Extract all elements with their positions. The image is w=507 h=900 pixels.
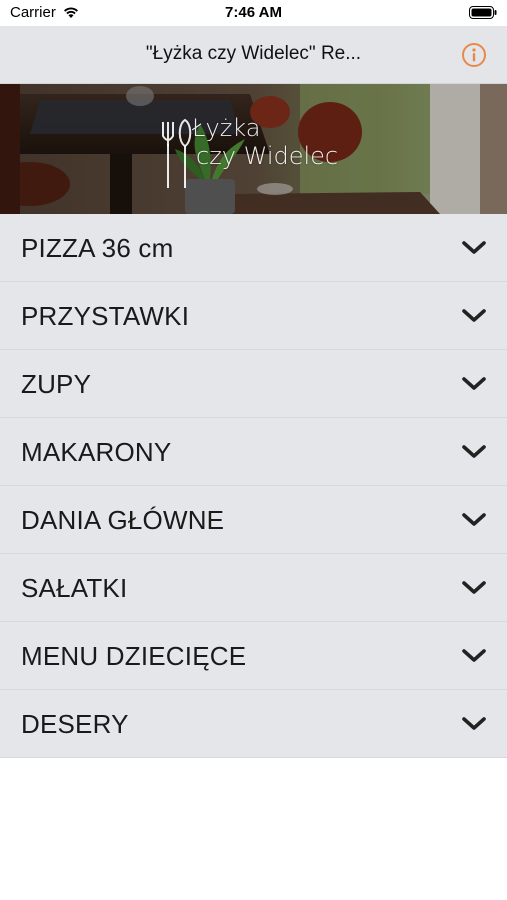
restaurant-header-image: Łyżka czy Widelec bbox=[0, 84, 507, 214]
menu-category-list: PIZZA 36 cm PRZYSTAWKI ZUPY MAKARONY DAN… bbox=[0, 214, 507, 758]
menu-category-label: MAKARONY bbox=[21, 437, 172, 467]
menu-category-makarony[interactable]: MAKARONY bbox=[0, 418, 507, 486]
menu-category-label: MENU DZIECIĘCE bbox=[21, 641, 247, 671]
menu-category-salatki[interactable]: SAŁATKI bbox=[0, 554, 507, 622]
chevron-down-icon bbox=[462, 717, 486, 730]
menu-category-label: PRZYSTAWKI bbox=[21, 301, 190, 331]
menu-category-menu-dzieciece[interactable]: MENU DZIECIĘCE bbox=[0, 622, 507, 690]
menu-category-label: DESERY bbox=[21, 709, 129, 739]
chevron-down-icon bbox=[462, 649, 486, 662]
page-title: "Łyżka czy Widelec" Re... bbox=[145, 43, 362, 64]
chevron-down-icon bbox=[462, 513, 486, 526]
menu-category-pizza[interactable]: PIZZA 36 cm bbox=[0, 214, 507, 282]
chevron-down-icon bbox=[462, 377, 486, 390]
status-time: 7:46 AM bbox=[225, 4, 282, 21]
menu-category-przystawki[interactable]: PRZYSTAWKI bbox=[0, 282, 507, 350]
chevron-down-icon bbox=[462, 309, 486, 322]
menu-category-label: ZUPY bbox=[21, 369, 92, 399]
navigation-bar: "Łyżka czy Widelec" Re... bbox=[0, 26, 507, 84]
logo-line-2: czy Widelec bbox=[196, 142, 339, 170]
chevron-down-icon bbox=[462, 241, 486, 254]
menu-category-desery[interactable]: DESERY bbox=[0, 690, 507, 758]
menu-category-zupy[interactable]: ZUPY bbox=[0, 350, 507, 418]
restaurant-logo: Łyżka czy Widelec bbox=[192, 114, 338, 170]
chevron-down-icon bbox=[462, 581, 486, 594]
status-bar: Carrier 7:46 AM bbox=[0, 0, 507, 26]
menu-category-label: SAŁATKI bbox=[21, 573, 128, 603]
menu-category-dania-glowne[interactable]: DANIA GŁÓWNE bbox=[0, 486, 507, 554]
info-icon[interactable] bbox=[461, 42, 487, 68]
menu-category-label: DANIA GŁÓWNE bbox=[21, 505, 225, 535]
menu-category-label: PIZZA 36 cm bbox=[21, 233, 174, 263]
logo-line-1: Łyżka bbox=[192, 114, 261, 142]
battery-icon bbox=[469, 6, 497, 19]
chevron-down-icon bbox=[462, 445, 486, 458]
